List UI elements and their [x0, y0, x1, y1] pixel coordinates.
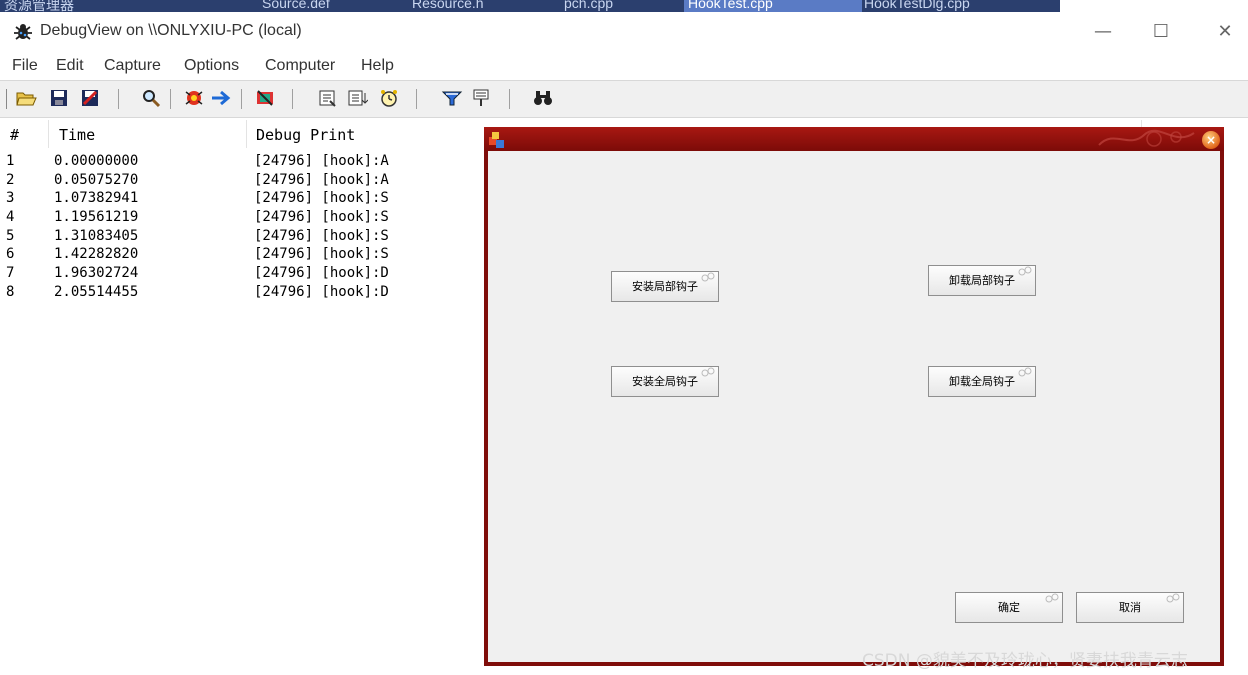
save-clear-icon[interactable]	[79, 87, 101, 109]
title-bar: DebugView on \\ONLYXIU-PC (local) — ☐ ✕	[0, 12, 1248, 52]
row-time: 1.31083405	[54, 228, 139, 244]
button-corner-ornament-icon	[701, 272, 715, 282]
window-title: DebugView on \\ONLYXIU-PC (local)	[40, 22, 302, 39]
menu-capture[interactable]: Capture	[104, 57, 161, 75]
caption-ornament-icon	[1098, 129, 1195, 147]
capture-icon[interactable]	[183, 87, 205, 109]
row-debug-print: [24796] [hook]:S	[254, 228, 389, 244]
button-label: 卸载局部钩子	[949, 274, 1015, 287]
menu-computer[interactable]: Computer	[265, 57, 335, 75]
ok-button[interactable]: 确定	[955, 592, 1063, 623]
background-tab[interactable]: Resource.h	[408, 0, 488, 12]
toolbar-separator	[241, 89, 242, 109]
row-number: 4	[6, 209, 15, 225]
cancel-button[interactable]: 取消	[1076, 592, 1184, 623]
row-debug-print: [24796] [hook]:D	[254, 265, 389, 281]
debugview-bug-icon	[14, 24, 32, 40]
menu-help[interactable]: Help	[361, 57, 394, 75]
column-divider[interactable]	[246, 120, 247, 148]
uninstall-global-hook-button[interactable]: 卸载全局钩子	[928, 366, 1036, 397]
background-tab[interactable]: 资源管理器	[0, 0, 78, 12]
row-number: 1	[6, 153, 15, 169]
row-time: 0.00000000	[54, 153, 139, 169]
row-debug-print: [24796] [hook]:S	[254, 190, 389, 206]
column-header-debug-print[interactable]: Debug Print	[256, 126, 355, 144]
menu-bar: File Edit Capture Options Computer Help	[0, 52, 1248, 80]
save-icon[interactable]	[48, 87, 70, 109]
menu-file[interactable]: File	[12, 57, 38, 75]
menu-options[interactable]: Options	[184, 57, 239, 75]
button-corner-ornament-icon	[701, 367, 715, 377]
properties-icon[interactable]	[346, 87, 368, 109]
row-number: 3	[6, 190, 15, 206]
csdn-watermark: CSDN @貌美不及玲珑心，贤妻扶我青云志	[862, 651, 1188, 671]
toolbar-separator	[292, 89, 293, 109]
row-number: 2	[6, 172, 15, 188]
row-debug-print: [24796] [hook]:S	[254, 246, 389, 262]
install-local-hook-button[interactable]: 安装局部钩子	[611, 271, 719, 302]
hook-test-dialog: × 安装局部钩子 卸载局部钩子 安装全局钩子 卸载全局钩子 确定 取消	[484, 127, 1224, 666]
minimize-button[interactable]: —	[1080, 18, 1126, 46]
toolbar-separator	[170, 89, 171, 109]
row-time: 1.07382941	[54, 190, 139, 206]
row-number: 7	[6, 265, 15, 281]
column-header-number[interactable]: #	[10, 126, 19, 144]
background-tab[interactable]: pch.cpp	[560, 0, 617, 12]
row-number: 5	[6, 228, 15, 244]
maximize-button[interactable]: ☐	[1138, 18, 1184, 46]
background-tab[interactable]: HookTestDlg.cpp	[860, 0, 974, 12]
button-label: 安装全局钩子	[632, 375, 698, 388]
close-button[interactable]: ✕	[1202, 18, 1248, 46]
background-tab-strip: 资源管理器 Source.def Resource.h pch.cpp Hook…	[0, 0, 1060, 12]
dialog-app-icon	[489, 132, 504, 148]
toolbar-separator	[416, 89, 417, 109]
menu-edit[interactable]: Edit	[56, 57, 84, 75]
uninstall-local-hook-button[interactable]: 卸载局部钩子	[928, 265, 1036, 296]
button-corner-ornament-icon	[1166, 593, 1180, 603]
dialog-caption-bar[interactable]: ×	[484, 127, 1224, 151]
button-corner-ornament-icon	[1045, 593, 1059, 603]
toolbar-separator	[118, 89, 119, 109]
clock-time-icon[interactable]	[378, 87, 400, 109]
dialog-client-area: 安装局部钩子 卸载局部钩子 安装全局钩子 卸载全局钩子 确定 取消	[488, 151, 1220, 662]
row-debug-print: [24796] [hook]:A	[254, 172, 389, 188]
install-global-hook-button[interactable]: 安装全局钩子	[611, 366, 719, 397]
row-debug-print: [24796] [hook]:A	[254, 153, 389, 169]
row-time: 2.05514455	[54, 284, 139, 300]
row-number: 8	[6, 284, 15, 300]
toolbar-grip	[6, 89, 7, 109]
highlight-icon[interactable]	[470, 87, 492, 109]
clear-display-icon[interactable]	[254, 87, 276, 109]
row-debug-print: [24796] [hook]:D	[254, 284, 389, 300]
toolbar-separator	[509, 89, 510, 109]
button-label: 取消	[1119, 601, 1141, 614]
row-time: 1.96302724	[54, 265, 139, 281]
find-icon[interactable]	[140, 87, 162, 109]
column-divider[interactable]	[48, 120, 49, 148]
row-time: 0.05075270	[54, 172, 139, 188]
open-icon[interactable]	[15, 87, 37, 109]
button-label: 卸载全局钩子	[949, 375, 1015, 388]
row-debug-print: [24796] [hook]:S	[254, 209, 389, 225]
find-binoculars-icon[interactable]	[532, 87, 554, 109]
toolbar	[0, 80, 1248, 118]
background-tab-active[interactable]: HookTest.cpp	[684, 0, 862, 12]
button-label: 确定	[998, 601, 1020, 614]
dialog-close-button[interactable]: ×	[1202, 131, 1220, 149]
filter-icon[interactable]	[441, 87, 463, 109]
history-icon[interactable]	[316, 87, 338, 109]
button-corner-ornament-icon	[1018, 367, 1032, 377]
row-number: 6	[6, 246, 15, 262]
background-tab[interactable]: Source.def	[258, 0, 334, 12]
column-header-time[interactable]: Time	[59, 126, 95, 144]
autoscroll-icon[interactable]	[210, 87, 232, 109]
button-label: 安装局部钩子	[632, 280, 698, 293]
row-time: 1.42282820	[54, 246, 139, 262]
button-corner-ornament-icon	[1018, 266, 1032, 276]
row-time: 1.19561219	[54, 209, 139, 225]
